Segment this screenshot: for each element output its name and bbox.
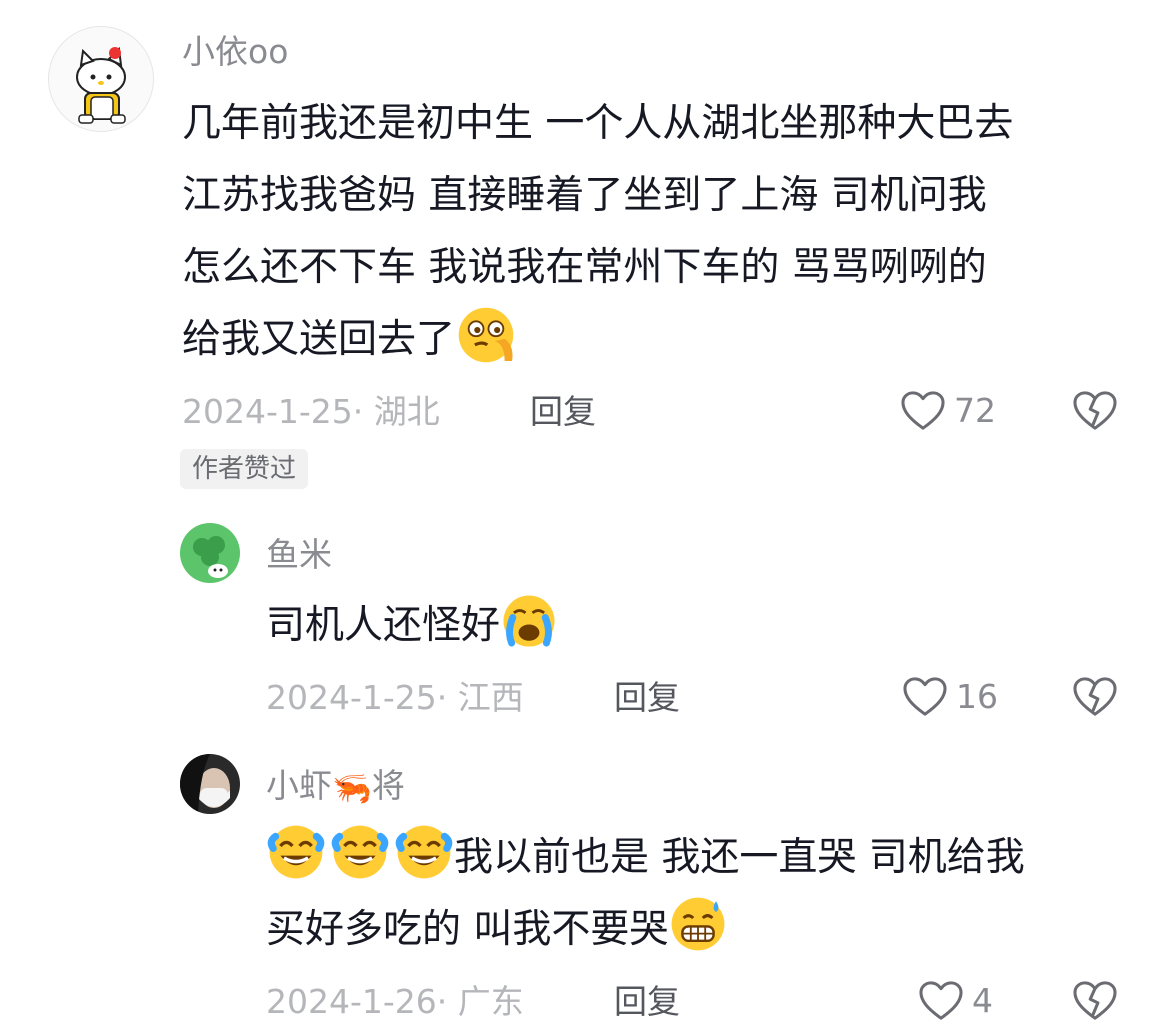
- reply-button[interactable]: 回复: [530, 392, 596, 432]
- dislike-button[interactable]: [1072, 676, 1118, 722]
- comment-line-text: 买好多吃的 叫我不要哭: [266, 907, 669, 952]
- avatar[interactable]: [180, 523, 240, 583]
- heart-icon: [918, 980, 964, 1022]
- date-location: 2024-1-25· 江西: [266, 678, 524, 717]
- crying-emoji-icon: [500, 592, 558, 650]
- masked-person-avatar-icon: [180, 754, 230, 814]
- author-liked-badge: 作者赞过: [180, 449, 309, 489]
- clover-avatar-icon: [193, 536, 228, 578]
- date-location: 2024-1-26· 广东: [266, 982, 524, 1021]
- avatar[interactable]: [48, 26, 154, 132]
- shrimp-emoji-icon: 🦐: [332, 769, 372, 807]
- comment-item: 小依oo 几年前我还是初中生 一个人从湖北坐那种大巴去 江苏找我爸妈 直接睡着了…: [0, 0, 1170, 500]
- laugh-cry-emoji-icon: [330, 822, 390, 882]
- reply-button[interactable]: 回复: [614, 678, 680, 718]
- comment-line-text: 我以前也是 我还一直哭 司机给我: [454, 835, 1025, 880]
- username-text: 小虾: [266, 766, 332, 805]
- reply-item: 小虾🦐将 我以前也是 我还一直哭 司机给我 买好多吃的 叫我不要哭 2024-1…: [0, 740, 1170, 1029]
- dislike-button[interactable]: [1072, 980, 1118, 1026]
- like-button[interactable]: 72: [900, 390, 996, 432]
- comment-line: 司机人还怪好: [266, 590, 558, 662]
- like-button[interactable]: 4: [918, 980, 993, 1022]
- reply-item: 鱼米 司机人还怪好 2024-1-25· 江西 回复 16: [0, 510, 1170, 740]
- like-count: 4: [972, 981, 993, 1020]
- heart-icon: [900, 390, 946, 432]
- dislike-button[interactable]: [1072, 390, 1118, 436]
- like-count: 16: [956, 677, 998, 716]
- heart-icon: [902, 676, 948, 718]
- reply-button[interactable]: 回复: [614, 982, 680, 1022]
- comment-line: 买好多吃的 叫我不要哭: [266, 894, 1025, 966]
- username[interactable]: 小虾🦐将: [266, 766, 405, 808]
- comment-line: 江苏找我爸妈 直接睡着了坐到了上海 司机问我: [182, 173, 987, 218]
- username[interactable]: 鱼米: [266, 535, 332, 575]
- comment-line-text: 给我又送回去了: [182, 317, 456, 362]
- broken-heart-icon: [1072, 390, 1118, 432]
- like-button[interactable]: 16: [902, 676, 998, 718]
- grimace-sweat-emoji-icon: [668, 894, 728, 954]
- username[interactable]: 小依oo: [182, 32, 288, 72]
- broken-heart-icon: [1072, 676, 1118, 718]
- username-text: 将: [371, 766, 405, 805]
- comment-line: 几年前我还是初中生 一个人从湖北坐那种大巴去: [182, 101, 1014, 146]
- comment-line: 我以前也是 我还一直哭 司机给我: [266, 822, 1025, 894]
- laugh-cry-emoji-icon: [394, 822, 454, 882]
- avatar[interactable]: [180, 754, 240, 814]
- comment-line-text: 司机人还怪好: [266, 603, 501, 648]
- like-count: 72: [954, 391, 996, 430]
- comment-text: 几年前我还是初中生 一个人从湖北坐那种大巴去 江苏找我爸妈 直接睡着了坐到了上海…: [182, 88, 1013, 376]
- comment-text: 我以前也是 我还一直哭 司机给我 买好多吃的 叫我不要哭: [266, 822, 1025, 966]
- comment-line-last: 给我又送回去了: [182, 304, 1013, 376]
- comment-text: 司机人还怪好: [266, 590, 558, 662]
- date-location: 2024-1-25· 湖北: [182, 392, 440, 431]
- laugh-cry-emoji-icon: [266, 822, 326, 882]
- hello-kitty-avatar-icon: [76, 46, 126, 124]
- peeking-eye-emoji-icon: [455, 304, 517, 366]
- comment-line: 怎么还不下车 我说我在常州下车的 骂骂咧咧的: [182, 245, 987, 290]
- broken-heart-icon: [1072, 980, 1118, 1022]
